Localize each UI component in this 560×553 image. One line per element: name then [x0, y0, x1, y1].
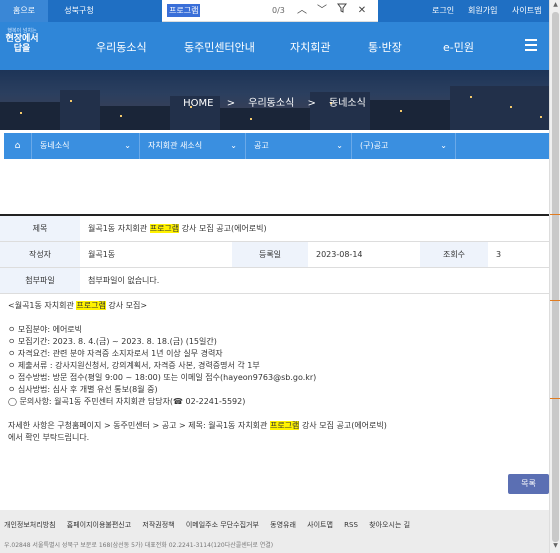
body-line: ㅇ 자격요건: 관련 분야 자격증 소지자로서 1년 이상 실무 경력자 [8, 349, 223, 358]
body-line: ㅇ 제출서류 : 강사지원신청서, 강의계획서, 자격증 사본, 경력증명서 각… [8, 361, 260, 370]
post-title: 월곡1동 자치회관 프로그램 강사 모집 공고(에어로빅) [88, 224, 267, 233]
meta-row: 작성자 월곡1동 등록일 2023-08-14 조회수 3 [0, 242, 549, 268]
find-next-icon[interactable]: ﹀ [314, 3, 330, 19]
logo-line-1: 현장에서 [5, 34, 39, 44]
footer-link-rss[interactable]: RSS [344, 521, 358, 529]
footer-links: 개인정보처리방침 홈페이지이용불편신고 저작권정책 이메일주소 무단수집거부 동… [4, 520, 419, 530]
footer-link-privacy[interactable]: 개인정보처리방침 [4, 521, 56, 529]
chevron-down-icon: ⌄ [230, 141, 237, 150]
footer-link-copyright[interactable]: 저작권정책 [142, 521, 174, 529]
chevron-down-icon: ⌄ [336, 141, 343, 150]
body-heading: <월곡1동 자치회관 프로그램 강사 모집> [8, 301, 148, 310]
vertical-scrollbar[interactable]: ▲ ▼ [549, 0, 560, 553]
title-row: 제목 월곡1동 자치회관 프로그램 강사 모집 공고(에어로빅) [0, 216, 549, 242]
date-value: 2023-08-14 [316, 250, 363, 259]
find-bar: 프로그램 0/3 ︿ ﹀ ✕ [162, 0, 378, 22]
nav-item-self-gov[interactable]: 자치회관 [290, 39, 330, 55]
site-logo[interactable]: 행복이 넘치는 현장에서 답을 [2, 28, 42, 68]
nav-item-e-minwon[interactable]: e-민원 [443, 39, 474, 55]
top-utility-bar: 홈으로 성북구청 프로그램 0/3 ︿ ﹀ ✕ 로그인 회원가입 사이트맵 [0, 0, 549, 22]
login-link[interactable]: 로그인 [432, 0, 454, 22]
home-link[interactable]: 홈으로 [0, 0, 48, 22]
post-info-table: 제목 월곡1동 자치회관 프로그램 강사 모집 공고(에어로빅) 작성자 월곡1… [0, 214, 549, 294]
menu-icon[interactable] [525, 39, 537, 54]
footer-link-origin[interactable]: 동영유래 [270, 521, 296, 529]
breadcrumb: HOME > 우리동소식 > 동네소식 [183, 98, 366, 109]
attach-label: 첨부파일 [0, 268, 80, 293]
main-nav: 행복이 넘치는 현장에서 답을 우리동소식 동주민센터안내 자치회관 통·반장 … [0, 22, 549, 70]
body-line: ㅇ 모집분야: 에어로빅 [8, 325, 83, 334]
subnav-home-icon[interactable]: ⌂ [4, 133, 32, 159]
logo-line-2: 답을 [13, 44, 31, 54]
nav-item-center-info[interactable]: 동주민센터안내 [184, 39, 255, 55]
attach-value: 첨부파일이 없습니다. [88, 276, 160, 285]
find-filter-icon[interactable] [334, 3, 350, 19]
footer-link-report[interactable]: 홈페이지이용불편신고 [67, 521, 131, 529]
post-body: <월곡1동 자치회관 프로그램 강사 모집> ㅇ 모집분야: 에어로빅 ㅇ 모집… [8, 300, 538, 444]
breadcrumb-home[interactable]: HOME [183, 98, 213, 109]
body-detail-end: 에서 확인 부탁드립니다. [8, 433, 90, 442]
body-line: ㅇ 심사방법: 심사 후 개별 유선 통보(8월 중) [8, 385, 158, 394]
attach-row: 첨부파일 첨부파일이 없습니다. [0, 268, 549, 294]
find-input[interactable]: 프로그램 [167, 4, 201, 17]
scroll-down-icon[interactable]: ▼ [552, 542, 559, 552]
subnav-old-notice-dropdown[interactable]: (구)공고 ⌄ [352, 133, 456, 159]
body-line: ◯ 문의사항: 월곡1동 주민센터 자치회관 담당자(☎ 02-2241-559… [8, 397, 246, 406]
find-count: 0/3 [272, 6, 285, 15]
gu-office-link[interactable]: 성북구청 [48, 0, 110, 22]
views-label: 조회수 [420, 242, 488, 267]
sitemap-link[interactable]: 사이트맵 [512, 0, 541, 22]
body-line: ㅇ 모집기간: 2023. 8. 4.(금) ~ 2023. 8. 18.(금)… [8, 337, 217, 346]
sub-nav: ⌂ 동네소식 ⌄ 자치회관 새소식 ⌄ 공고 ⌄ (구)공고 ⌄ [4, 133, 549, 159]
breadcrumb-news[interactable]: 우리동소식 [248, 98, 294, 109]
author-label: 작성자 [0, 242, 80, 267]
scroll-up-icon[interactable]: ▲ [552, 1, 559, 11]
subnav-notice-dropdown[interactable]: 공고 ⌄ [246, 133, 352, 159]
hero-banner: HOME > 우리동소식 > 동네소식 [0, 70, 549, 130]
chevron-down-icon: ⌄ [440, 141, 447, 150]
footer-link-directions[interactable]: 찾아오시는 길 [369, 521, 410, 529]
footer: 개인정보처리방침 홈페이지이용불편신고 저작권정책 이메일주소 무단수집거부 동… [0, 510, 549, 553]
views-value: 3 [496, 250, 502, 259]
body-line: ㅇ 접수방법: 방문 접수(평일 9:00 ~ 18:00) 또는 이메일 접수… [8, 373, 317, 382]
title-label: 제목 [0, 216, 80, 241]
list-button[interactable]: 목록 [508, 474, 549, 494]
find-previous-icon[interactable]: ︿ [294, 3, 310, 19]
scroll-thumb[interactable] [552, 12, 559, 542]
subnav-news-dropdown[interactable]: 동네소식 ⌄ [32, 133, 140, 159]
subnav-selfgov-dropdown[interactable]: 자치회관 새소식 ⌄ [140, 133, 246, 159]
date-label: 등록일 [232, 242, 308, 267]
nav-item-tong-ban[interactable]: 통·반장 [368, 39, 402, 55]
footer-link-sitemap[interactable]: 사이트맵 [307, 521, 333, 529]
find-close-icon[interactable]: ✕ [354, 3, 370, 19]
signup-link[interactable]: 회원가입 [468, 0, 497, 22]
body-detail: 자세한 사항은 구청홈페이지 > 동주민센터 > 공고 > 제목: 월곡1동 자… [8, 421, 387, 430]
nav-item-news[interactable]: 우리동소식 [96, 39, 147, 55]
author-value: 월곡1동 [88, 250, 116, 259]
footer-address: 우.02848 서울특별시 성북구 보문로 168(삼선동 5가) 대표전화 0… [4, 542, 274, 549]
breadcrumb-current: 동네소식 [329, 98, 366, 109]
footer-link-email[interactable]: 이메일주소 무단수집거부 [186, 521, 259, 529]
chevron-down-icon: ⌄ [124, 141, 131, 150]
